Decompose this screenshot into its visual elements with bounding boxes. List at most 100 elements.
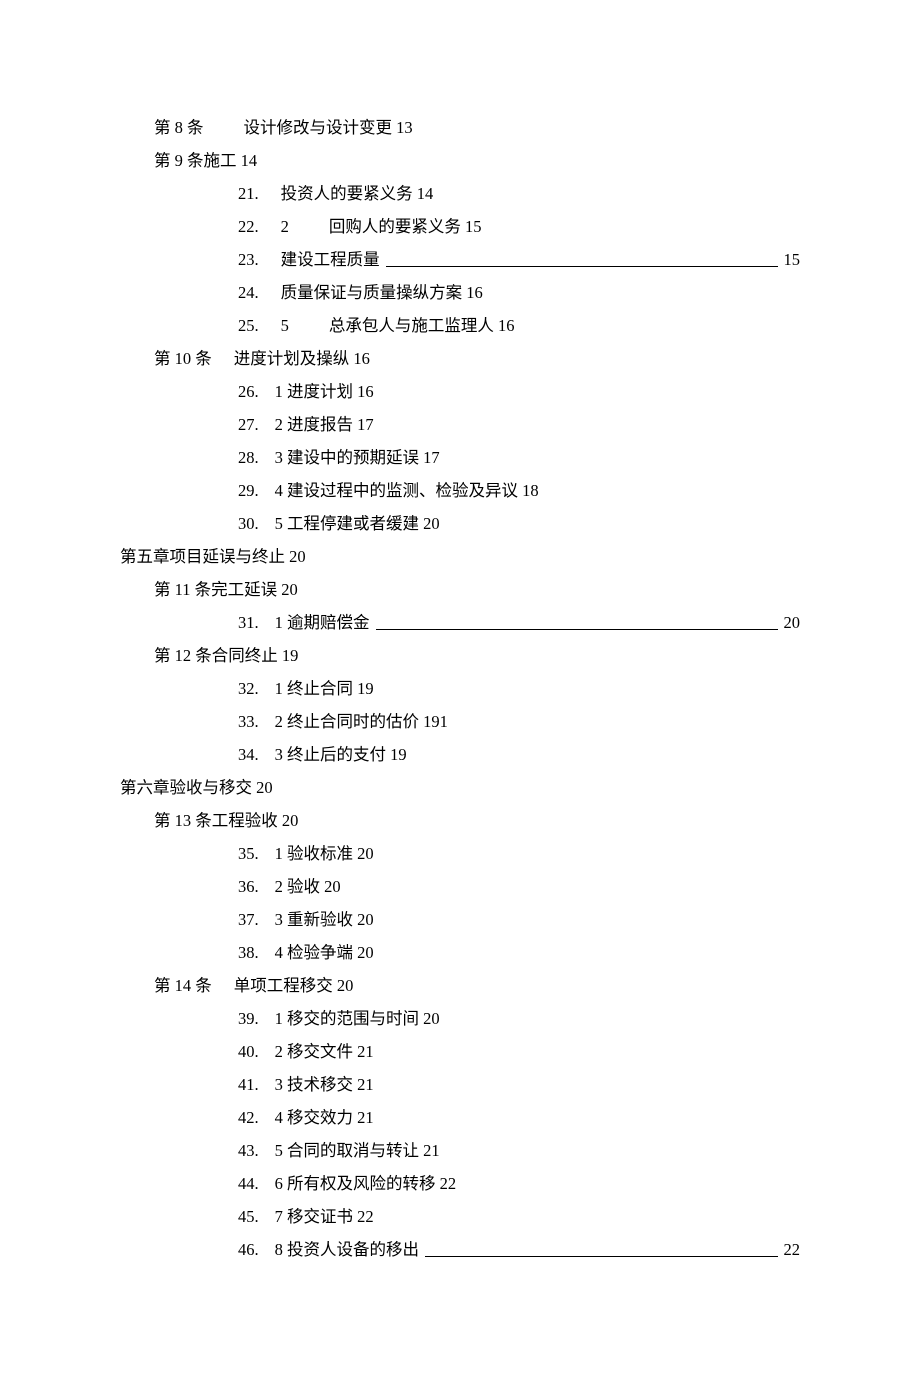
- toc-text: 1 终止合同 19: [275, 681, 374, 698]
- toc-line: 第六章验收与移交 20: [120, 780, 800, 797]
- toc-line: 34. 3 终止后的支付 19: [120, 747, 800, 764]
- toc-text: 3 终止后的支付 19: [275, 747, 407, 764]
- toc-line: 第 9 条施工 14: [120, 153, 800, 170]
- toc-line: 29. 4 建设过程中的监测、检验及异议 18: [120, 483, 800, 500]
- toc-line: 第 14 条 单项工程移交 20: [120, 978, 800, 995]
- toc-line: 36. 2 验收 20: [120, 879, 800, 896]
- toc-text: 37.: [238, 912, 259, 929]
- toc-text: 43.: [238, 1143, 259, 1160]
- toc-text: 投资人的要紧义务 14: [281, 186, 434, 203]
- toc-line: 23. 建设工程质量 15: [120, 252, 800, 269]
- toc-line: 39. 1 移交的范围与时间 20: [120, 1011, 800, 1028]
- toc-text: 28.: [238, 450, 259, 467]
- toc-text: 2 终止合同时的估价 191: [275, 714, 448, 731]
- toc-text: 22.: [238, 219, 259, 236]
- toc-text: 39.: [238, 1011, 259, 1028]
- toc-line: 45. 7 移交证书 22: [120, 1209, 800, 1226]
- toc-text: 5 工程停建或者缓建 20: [275, 516, 440, 533]
- toc-line: 第 13 条工程验收 20: [120, 813, 800, 830]
- toc-text: 23.: [238, 252, 259, 269]
- toc-text: 3 技术移交 21: [275, 1077, 374, 1094]
- toc-line: 41. 3 技术移交 21: [120, 1077, 800, 1094]
- toc-line: 35. 1 验收标准 20: [120, 846, 800, 863]
- toc-text: 29.: [238, 483, 259, 500]
- toc-text: 46.: [238, 1242, 259, 1259]
- toc-line: 43. 5 合同的取消与转让 21: [120, 1143, 800, 1160]
- toc-line: 44.6 所有权及风险的转移 22: [120, 1176, 800, 1193]
- toc-text: 3 重新验收 20: [275, 912, 374, 929]
- toc-text: 第五章项目延误与终止 20: [120, 549, 306, 566]
- toc-line: 第五章项目延误与终止 20: [120, 549, 800, 566]
- toc-text: 单项工程移交 20: [234, 978, 354, 995]
- toc-text: 第 8 条: [154, 120, 204, 137]
- document-page: 第 8 条 设计修改与设计变更 13 第 9 条施工 14 21. 投资人的要紧义务 1…: [0, 0, 920, 1395]
- toc-text: 第 13 条工程验收 20: [154, 813, 298, 830]
- toc-text: 进度计划及操纵 16: [234, 351, 370, 368]
- leader-rule: [376, 629, 778, 630]
- toc-line: 25. 5 总承包人与施工监理人 16: [120, 318, 800, 335]
- toc-text: 4 移交效力 21: [275, 1110, 374, 1127]
- toc-text: 2 验收 20: [275, 879, 341, 896]
- toc-line: 32. 1 终止合同 19: [120, 681, 800, 698]
- toc-text: 41.: [238, 1077, 259, 1094]
- toc-text: 1 进度计划 16: [275, 384, 374, 401]
- toc-line: 26. 1 进度计划 16: [120, 384, 800, 401]
- toc-line: 28. 3 建设中的预期延误 17: [120, 450, 800, 467]
- toc-text: 27.: [238, 417, 259, 434]
- toc-line: 31.1 逾期赔偿金20: [120, 615, 800, 632]
- toc-text: 第 9 条施工 14: [154, 153, 257, 170]
- toc-text: 24.: [238, 285, 259, 302]
- toc-text: 2 进度报告 17: [275, 417, 374, 434]
- toc-text: 4 检验争端 20: [275, 945, 374, 962]
- toc-text: 8 投资人设备的移出: [275, 1242, 419, 1259]
- toc-text: 4 建设过程中的监测、检验及异议 18: [275, 483, 539, 500]
- toc-text: 1 验收标准 20: [275, 846, 374, 863]
- toc-text: 25.: [238, 318, 259, 335]
- toc-text: 42.: [238, 1110, 259, 1127]
- toc-text: 34.: [238, 747, 259, 764]
- toc-text: 26.: [238, 384, 259, 401]
- toc-text: 总承包人与施工监理人 16: [329, 318, 515, 335]
- toc-text: 2 移交文件 21: [275, 1044, 374, 1061]
- toc-text: 20: [784, 615, 801, 632]
- toc-text: 7 移交证书 22: [275, 1209, 374, 1226]
- toc-text: 44.: [238, 1176, 259, 1193]
- toc-text: 5 合同的取消与转让 21: [275, 1143, 440, 1160]
- toc-line: 21. 投资人的要紧义务 14: [120, 186, 800, 203]
- toc-line: 27. 2 进度报告 17: [120, 417, 800, 434]
- toc-text: 38.: [238, 945, 259, 962]
- toc-text: 31.: [238, 615, 259, 632]
- leader-rule: [425, 1256, 778, 1257]
- toc-text: 30.: [238, 516, 259, 533]
- toc-text: 32.: [238, 681, 259, 698]
- toc-text: 35.: [238, 846, 259, 863]
- toc-text: 质量保证与质量操纵方案 16: [281, 285, 483, 302]
- toc-content: 第 8 条 设计修改与设计变更 13 第 9 条施工 14 21. 投资人的要紧义务 1…: [120, 120, 800, 1259]
- toc-line: 37. 3 重新验收 20: [120, 912, 800, 929]
- toc-text: 第 12 条合同终止 19: [154, 648, 298, 665]
- toc-line: 46. 8 投资人设备的移出 22: [120, 1242, 800, 1259]
- toc-text: 1 移交的范围与时间 20: [275, 1011, 440, 1028]
- toc-line: 30. 5 工程停建或者缓建 20: [120, 516, 800, 533]
- leader-rule: [386, 266, 778, 267]
- toc-text: 33.: [238, 714, 259, 731]
- toc-text: 2: [281, 219, 289, 236]
- toc-text: 5: [281, 318, 289, 335]
- toc-text: 45.: [238, 1209, 259, 1226]
- toc-line: 第 8 条 设计修改与设计变更 13: [120, 120, 800, 137]
- toc-text: 22: [784, 1242, 801, 1259]
- toc-text: 回购人的要紧义务 15: [329, 219, 482, 236]
- toc-text: 第六章验收与移交 20: [120, 780, 273, 797]
- toc-text: 建设工程质量: [281, 252, 380, 269]
- toc-text: 设计修改与设计变更 13: [244, 120, 413, 137]
- toc-text: 第 14 条: [154, 978, 212, 995]
- toc-line: 第 12 条合同终止 19: [120, 648, 800, 665]
- toc-text: 21.: [238, 186, 259, 203]
- toc-line: 38. 4 检验争端 20: [120, 945, 800, 962]
- toc-line: 第 11 条完工延误 20: [120, 582, 800, 599]
- toc-text: 36.: [238, 879, 259, 896]
- toc-line: 第 10 条进度计划及操纵 16: [120, 351, 800, 368]
- toc-text: 3 建设中的预期延误 17: [275, 450, 440, 467]
- toc-line: 42. 4 移交效力 21: [120, 1110, 800, 1127]
- toc-text: 15: [784, 252, 801, 269]
